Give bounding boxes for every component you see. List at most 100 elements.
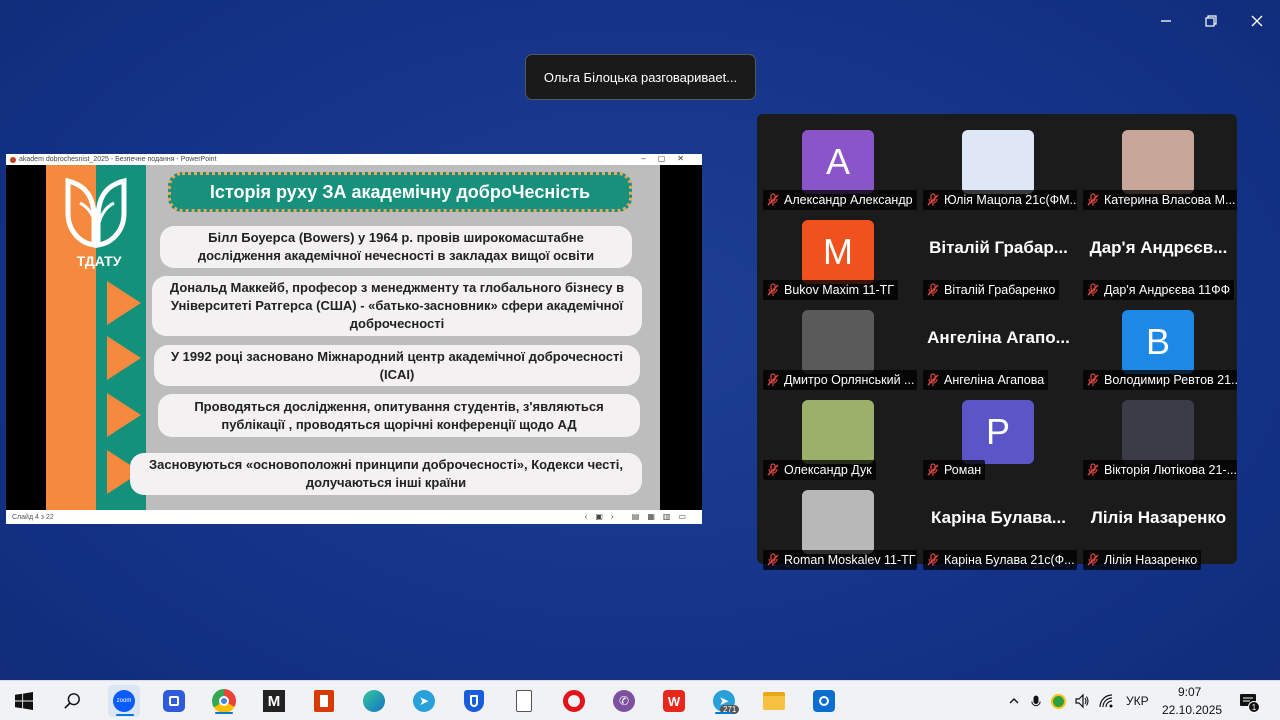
- security-icon: [813, 690, 835, 712]
- participant-tile[interactable]: Дар'я Андрєєв... Дар'я Андрєєва 11ФФ: [1080, 212, 1237, 300]
- participant-name-label: Олександр Дук: [763, 460, 876, 480]
- explorer-app-button[interactable]: [760, 687, 788, 715]
- participant-gallery: A Александр Александр Юлія Мацола 21с(ФМ..…: [757, 114, 1237, 570]
- participant-avatar: M: [802, 220, 874, 284]
- muted-mic-icon: [927, 463, 939, 476]
- participant-tile[interactable]: Віталій Грабар... Віталій Грабаренко: [920, 212, 1077, 300]
- participant-name: Катерина Власова М...: [1104, 193, 1236, 207]
- minimize-icon: [1161, 20, 1171, 22]
- ppt-status-bar: Слайд 4 з 22 ‹▣› ▤▦▥▭: [6, 510, 702, 524]
- participant-tile[interactable]: P Роман: [920, 392, 1077, 480]
- participant-name-label: Ангеліна Агапова: [923, 370, 1049, 390]
- wps-app-button[interactable]: W: [660, 687, 688, 715]
- participant-avatar: [1122, 400, 1194, 464]
- participant-tile[interactable]: Roman Moskalev 11-ТГ: [760, 482, 917, 570]
- shared-screen[interactable]: akadem dobrochesnist_2025 - Безпечне под…: [6, 154, 702, 524]
- slide-bullet: Засновуються «основоположні принципи доб…: [130, 453, 642, 495]
- muted-mic-icon: [927, 283, 939, 296]
- restore-button[interactable]: [1197, 8, 1225, 34]
- powerpoint-icon: [10, 156, 16, 163]
- bitwarden-app-button[interactable]: [460, 687, 488, 715]
- slide-title: Історія руху ЗА академічну доброЧесність: [168, 172, 632, 212]
- participant-tile[interactable]: Дмитро Орлянський ...: [760, 302, 917, 390]
- opera-icon: [563, 690, 585, 712]
- slide-bullet: Проводяться дослідження, опитування студ…: [158, 394, 640, 437]
- start-button[interactable]: [10, 687, 38, 715]
- chrome-icon: [212, 689, 236, 713]
- search-button[interactable]: [58, 687, 86, 715]
- ppt-window-controls[interactable]: –▢✕: [641, 154, 696, 163]
- chevron-up-icon: [1009, 698, 1019, 704]
- muted-mic-icon: [1087, 553, 1099, 566]
- ppt-view-controls[interactable]: ‹▣› ▤▦▥▭: [585, 512, 694, 521]
- avatar-letter: M: [823, 231, 853, 272]
- edge-app-button[interactable]: [360, 687, 388, 715]
- participant-name: Дар'я Андрєєва 11ФФ: [1104, 283, 1231, 297]
- office-icon: [314, 690, 334, 712]
- clock-time[interactable]: 9:07: [1178, 685, 1201, 699]
- participant-name: Володимир Ревтов 21...: [1104, 373, 1237, 387]
- muted-mic-icon: [1087, 283, 1099, 296]
- participant-tile[interactable]: Каріна Булава... Каріна Булава 21с(Ф...: [920, 482, 1077, 570]
- microphone-icon: [1031, 695, 1041, 706]
- zoom-app-button[interactable]: zoom: [108, 685, 140, 717]
- notification-count: 1: [1248, 701, 1260, 713]
- participant-name-label: Вікторія Лютікова 21-...: [1083, 460, 1237, 480]
- telegram-app-button[interactable]: ➤: [410, 687, 438, 715]
- wps-icon: W: [663, 690, 685, 712]
- slide-bullet: У 1992 році засновано Міжнародний центр …: [154, 345, 640, 386]
- university-logo-icon: [65, 177, 127, 248]
- participant-display-name: Дар'я Андрєєв...: [1089, 238, 1228, 257]
- participant-name: Віталій Грабаренко: [944, 283, 1056, 297]
- muted-mic-icon: [1087, 373, 1099, 386]
- participant-display-name: Ангеліна Агапо...: [927, 328, 1070, 347]
- security-app-button[interactable]: [810, 687, 838, 715]
- teams-app-button[interactable]: [160, 687, 188, 715]
- participant-avatar: [1122, 130, 1194, 194]
- participant-name-label: Каріна Булава 21с(Ф...: [923, 550, 1077, 570]
- participant-name-label: Володимир Ревтов 21...: [1083, 370, 1237, 390]
- notification-button[interactable]: 1: [1234, 687, 1262, 715]
- m-app-button[interactable]: M: [260, 687, 288, 715]
- participant-tile[interactable]: Лілія Назаренко Лілія Назаренко: [1080, 482, 1237, 570]
- participant-tile[interactable]: B Володимир Ревтов 21...: [1080, 302, 1237, 390]
- minimize-button[interactable]: [1152, 8, 1180, 34]
- close-button[interactable]: [1243, 8, 1271, 34]
- language-indicator[interactable]: УКР: [1126, 694, 1149, 708]
- speaking-indicator: Ольга Білоцька разговариваеt...: [525, 54, 756, 100]
- edge-icon: [363, 690, 385, 712]
- participant-name-label: Дмитро Орлянський ...: [763, 370, 917, 390]
- participant-tile[interactable]: Ангеліна Агапо... Ангеліна Агапова: [920, 302, 1077, 390]
- slide-counter: Слайд 4 з 22: [12, 513, 54, 521]
- participant-name: Каріна Булава 21с(Ф...: [944, 553, 1075, 567]
- participant-name: Вікторія Лютікова 21-...: [1104, 463, 1237, 477]
- participant-name: Александр Александр: [784, 193, 913, 207]
- participant-name: Ангеліна Агапова: [944, 373, 1045, 387]
- participant-tile[interactable]: A Александр Александр: [760, 122, 917, 210]
- participant-tile[interactable]: Юлія Мацола 21с(ФМ...: [920, 122, 1077, 210]
- office-app-button[interactable]: [310, 687, 338, 715]
- teams-icon: [163, 690, 185, 712]
- opera-app-button[interactable]: [560, 687, 588, 715]
- wifi-tray-button[interactable]: [1092, 687, 1120, 715]
- file-app-button[interactable]: [510, 687, 538, 715]
- muted-mic-icon: [1087, 193, 1099, 206]
- viber-app-button[interactable]: ✆: [610, 687, 638, 715]
- close-icon: [1251, 15, 1263, 27]
- arrow-icon: [107, 393, 141, 437]
- participant-tile[interactable]: M Bukov Maxim 11-ТГ: [760, 212, 917, 300]
- participant-name-label: Лілія Назаренко: [1083, 550, 1202, 570]
- participant-avatar: [962, 130, 1034, 194]
- participant-name: Роман: [944, 463, 982, 477]
- chrome-app-button[interactable]: [210, 687, 238, 715]
- participant-name-label: Александр Александр: [763, 190, 917, 210]
- telegram-icon: ➤: [413, 690, 435, 712]
- participant-tile[interactable]: Олександр Дук: [760, 392, 917, 480]
- viber-icon: ✆: [613, 690, 635, 712]
- participant-tile[interactable]: Катерина Власова М...: [1080, 122, 1237, 210]
- bitwarden-icon: [464, 690, 484, 712]
- telegram-2-app-button[interactable]: ➤ 271: [710, 687, 740, 715]
- participant-avatar: B: [1122, 310, 1194, 374]
- clock-date[interactable]: 22.10.2025: [1162, 703, 1222, 717]
- participant-tile[interactable]: Вікторія Лютікова 21-...: [1080, 392, 1237, 480]
